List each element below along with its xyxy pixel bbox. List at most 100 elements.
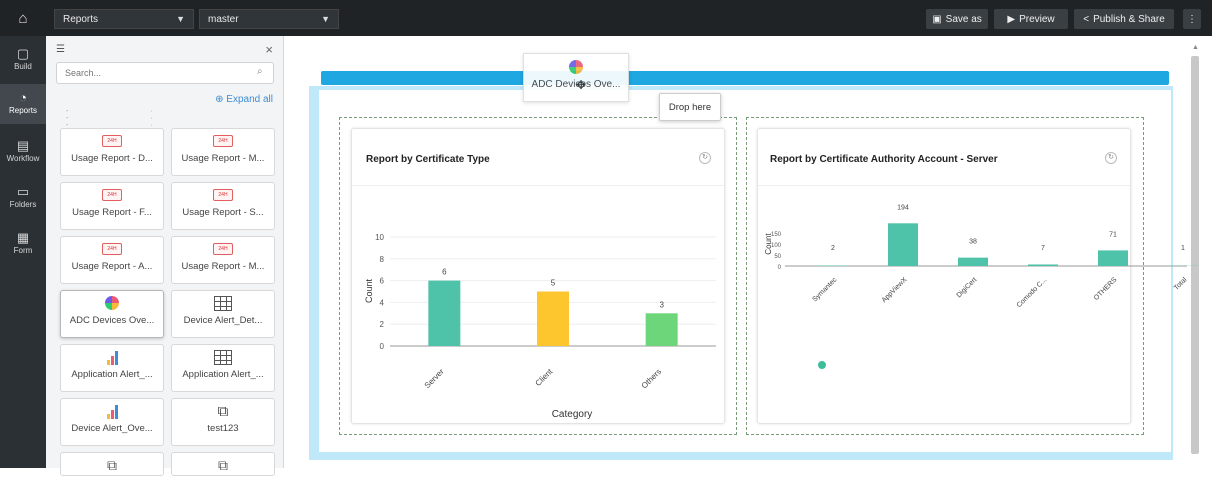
bar [1098,250,1128,266]
bar [646,313,678,346]
list-view-icon[interactable]: ☰ [56,44,65,55]
y-tick-label: 8 [380,255,385,264]
build-icon: ▢ [0,46,46,62]
widget-card[interactable]: ⧉ [60,452,164,476]
search-input[interactable] [56,62,274,84]
y-tick-label: 50 [774,254,781,260]
vertical-dots-icon: ⋮ [1187,14,1197,25]
widget-card-selected[interactable]: ADC Devices Ove... [60,290,164,338]
rail-item-folders[interactable]: ▭ Folders [0,178,46,218]
widget-card[interactable]: 24H Usage Report - M... [171,236,275,284]
widget-label: Device Alert_Ove... [61,423,163,434]
share-icon: < [1083,14,1089,25]
chevron-down-icon: ▼ [176,14,185,24]
widget-card[interactable]: Application Alert_... [171,344,275,392]
chart-card-certificate-type: Report by Certificate Type ↻ 0246810Coun… [351,128,725,424]
widget-label: Usage Report - M... [172,153,274,164]
more-options-button[interactable]: ⋮ [1183,9,1201,29]
rail-item-workflow[interactable]: ▤ Workflow [0,132,46,172]
refresh-icon[interactable]: ↻ [1105,152,1117,164]
refresh-icon[interactable]: ↻ [699,152,711,164]
drop-indicator-bar [321,71,1169,85]
widget-label: Usage Report - M... [172,261,274,272]
rail-label: Form [14,246,33,255]
save-as-button[interactable]: ▣ Save as [926,9,988,29]
report-type-dropdown[interactable]: Reports ▼ [54,9,194,29]
folder-icon: ▭ [0,184,46,200]
chevron-down-icon: ▼ [321,14,330,24]
bar-chart-certificate-type: 0246810Count6Server5Client3OthersCategor… [352,185,724,423]
puzzle-icon: ⧉ [107,457,117,474]
widget-card[interactable]: 24H Usage Report - S... [171,182,275,230]
widget-card[interactable]: 24H Usage Report - M... [171,128,275,176]
x-tick-label: Server [423,367,446,390]
data-label: 3 [659,300,664,309]
data-label: 71 [1109,231,1117,238]
rail-item-form[interactable]: ▦ Form [0,224,46,264]
report-tag-icon: 24H [102,135,122,147]
report-tag-icon: 24H [213,189,233,201]
widget-card[interactable]: Device Alert_Det... [171,290,275,338]
report-tag-icon: 24H [213,243,233,255]
bar-chart-certificate-authority: 050100150Count2Symantec194AppViewX38Digi… [757,184,1187,414]
x-tick-label: Client [534,367,555,388]
x-tick-label: DigiCert [956,276,979,299]
close-icon[interactable]: × [265,42,273,57]
save-icon: ▣ [932,14,941,25]
data-label: 194 [897,204,909,211]
widget-card[interactable]: ⧉ [171,452,275,476]
scroll-up-arrow-icon[interactable]: ▲ [1192,44,1199,51]
y-tick-label: 2 [380,320,385,329]
move-cursor-icon: ✥ [576,78,586,92]
home-icon[interactable]: ⌂ [0,0,46,36]
puzzle-icon: ⧉ [218,457,228,474]
data-label: 6 [442,268,447,277]
bar [1028,264,1058,266]
publish-label: Publish & Share [1093,14,1165,25]
rail-item-build[interactable]: ▢ Build [0,40,46,80]
form-icon: ▦ [0,230,46,246]
widget-card[interactable]: Application Alert_... [60,344,164,392]
y-tick-label: 0 [778,265,782,271]
widget-label: Application Alert_... [61,369,163,380]
widget-label: Application Alert_... [172,369,274,380]
x-tick-label: Total [1173,276,1189,292]
y-axis-label: Count [364,279,374,304]
widget-card[interactable]: 24H Usage Report - F... [60,182,164,230]
data-label: 7 [1041,245,1045,252]
x-tick-label: Comodo C... [1016,276,1049,309]
report-type-value: Reports [63,14,98,25]
branch-value: master [208,14,239,25]
legend-dot [818,361,826,369]
pie-chart-icon [105,296,119,310]
rail-label: Build [14,62,32,71]
y-tick-label: 4 [380,298,385,307]
bar [958,258,988,266]
dragged-widget-ghost[interactable]: ADC Devices Ove... ✥ [523,53,629,102]
puzzle-icon: ⧉ [218,403,229,420]
rail-item-reports[interactable]: ◔ Reports [0,84,46,124]
widget-card[interactable]: ⧉ test123 [171,398,275,446]
report-tag-icon: 24H [213,135,233,147]
vertical-scrollbar[interactable] [1191,56,1199,454]
bar [888,223,918,266]
widget-card[interactable]: 24H Usage Report - D... [60,128,164,176]
widget-card[interactable]: Device Alert_Ove... [60,398,164,446]
branch-dropdown[interactable]: master ▼ [199,9,339,29]
expand-all-link[interactable]: ⊕ Expand all [215,94,273,105]
x-tick-label: Symantec [811,276,838,303]
publish-share-button[interactable]: < Publish & Share [1074,9,1174,29]
reports-icon: ◔ [0,90,46,106]
widget-library-panel: ☰ × ⌕ ⊕ Expand all - · - · - · - 24H Usa… [46,36,284,468]
preview-button[interactable]: ▶ Preview [994,9,1068,29]
search-icon[interactable]: ⌕ [257,66,263,77]
data-label: 1 [1181,245,1185,252]
workflow-icon: ▤ [0,138,46,154]
drop-here-tooltip: Drop here [659,93,721,121]
table-icon [214,350,232,365]
data-label: 5 [551,279,556,288]
rail-label: Reports [9,106,37,115]
widget-card[interactable]: 24H Usage Report - A... [60,236,164,284]
y-tick-label: 0 [380,342,385,351]
widget-label: ADC Devices Ove... [61,315,163,326]
